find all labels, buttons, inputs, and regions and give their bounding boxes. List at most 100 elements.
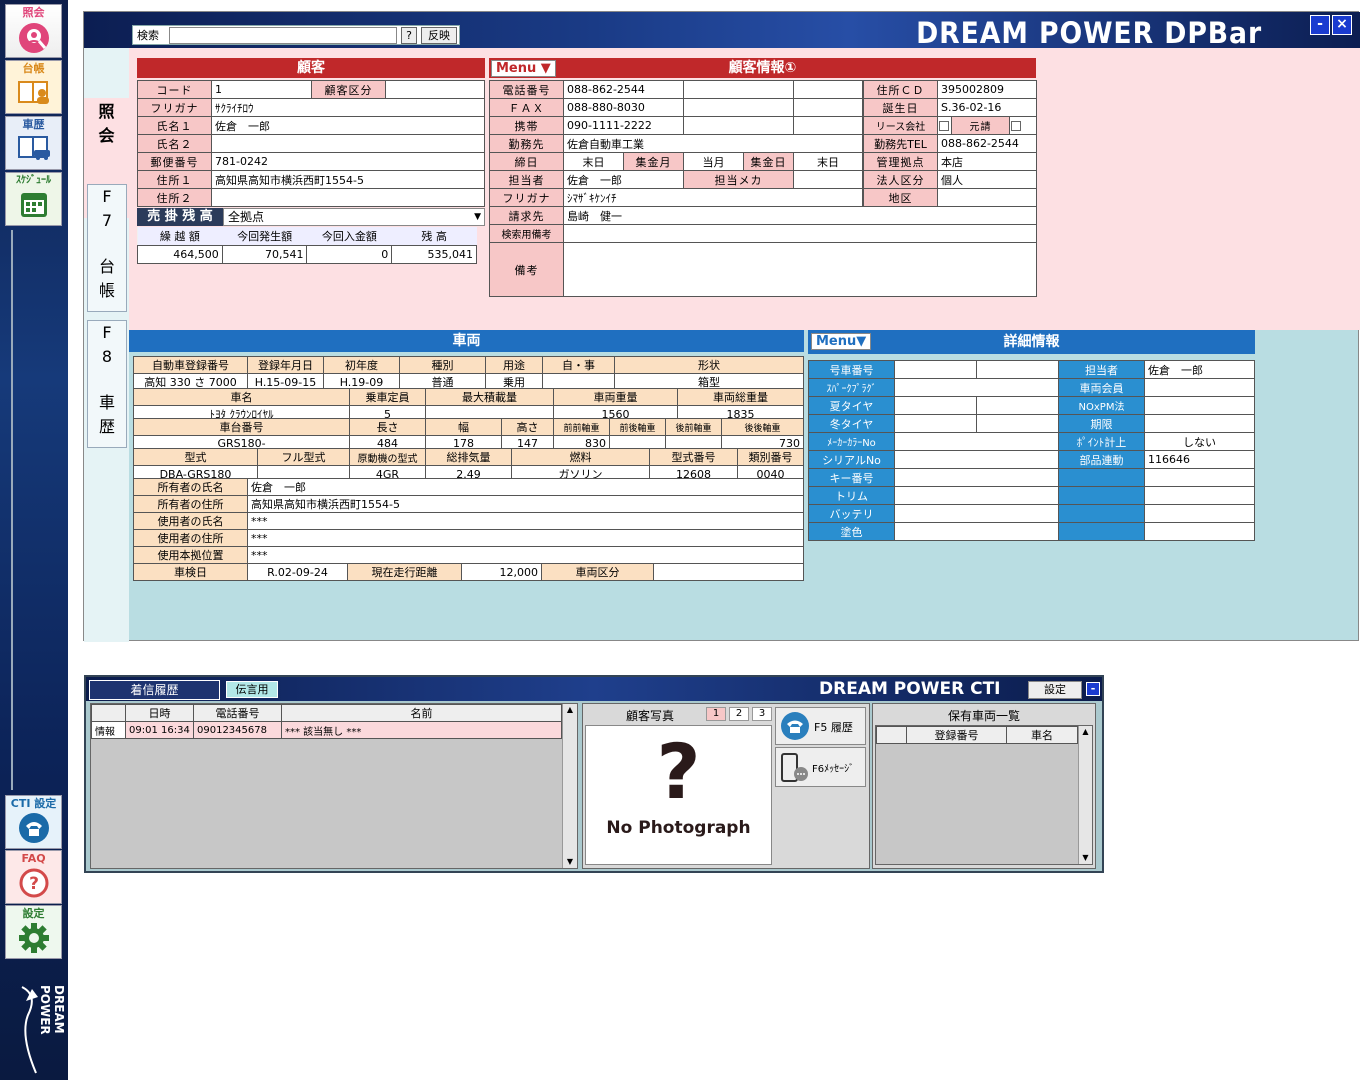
- kubun-field[interactable]: [385, 80, 485, 99]
- tel3-field[interactable]: [793, 80, 863, 99]
- sidebar-item-ledger[interactable]: 台帳: [5, 60, 62, 114]
- scroll-down-icon[interactable]: ▼: [563, 856, 577, 868]
- call-history-scrollbar[interactable]: ▲ ▼: [562, 704, 577, 868]
- zip-field[interactable]: 781-0242: [211, 152, 485, 171]
- detail-value[interactable]: [894, 468, 1059, 487]
- search-input[interactable]: [169, 27, 397, 44]
- motouke-checkbox-cell[interactable]: [1008, 116, 1024, 135]
- tel-field[interactable]: 088-862-2544: [563, 80, 684, 99]
- kana-field[interactable]: ｻｸﾗｲﾁﾛｳ: [211, 98, 485, 117]
- mobile3-field[interactable]: [793, 116, 863, 135]
- photo-page-3[interactable]: 3: [752, 707, 772, 721]
- motouke-checkbox[interactable]: [1010, 121, 1021, 131]
- name1-field[interactable]: 佐倉 一郎: [211, 116, 485, 135]
- vkubun-field[interactable]: [653, 563, 804, 581]
- sidebar-item-schedule[interactable]: ｽｹｼﾞｭｰﾙ: [5, 172, 62, 226]
- detail-value-2[interactable]: [1144, 378, 1255, 397]
- f5-history-button[interactable]: F5 履歴: [775, 707, 866, 745]
- fax-field[interactable]: 088-880-8030: [563, 98, 684, 117]
- detail-value-2[interactable]: [1144, 504, 1255, 523]
- detail-value-2[interactable]: [1144, 414, 1255, 433]
- vehicle-list-scrollbar[interactable]: ▲ ▼: [1078, 726, 1092, 864]
- cti-minimize-button[interactable]: -: [1086, 682, 1100, 696]
- owneraddr-field[interactable]: 高知県高知市横浜西町1554-5: [247, 495, 804, 513]
- detail-value[interactable]: [894, 522, 1059, 541]
- mobile-field[interactable]: 090-1111-2222: [563, 116, 684, 135]
- tab-call-history[interactable]: 着信履歴: [89, 680, 220, 700]
- f6-message-button[interactable]: F6ﾒｯｾｰｼﾞ: [775, 747, 866, 787]
- table-row[interactable]: 情報 09:01 16:34 09012345678 *** 該当無し ***: [91, 721, 562, 739]
- fax2-field[interactable]: [683, 98, 794, 117]
- worktel-field[interactable]: 088-862-2544: [937, 134, 1037, 153]
- detail-value-2[interactable]: 116646: [1144, 450, 1255, 469]
- sidebar-item-cti-settings[interactable]: CTI 設定: [5, 795, 62, 849]
- minimize-button[interactable]: -: [1310, 15, 1330, 35]
- tab-f8-car-history[interactable]: F 8 車歴: [87, 320, 127, 448]
- fax3-field[interactable]: [793, 98, 863, 117]
- detail-value-extra[interactable]: [976, 360, 1059, 379]
- name2-field[interactable]: [211, 134, 485, 153]
- detail-value[interactable]: [894, 486, 1059, 505]
- tab-message[interactable]: 伝言用: [226, 681, 278, 698]
- custinfo-menu-button[interactable]: Menu ▼: [491, 60, 556, 77]
- work-field[interactable]: 佐倉自動車工業: [563, 134, 863, 153]
- detail-value-2[interactable]: しない: [1144, 432, 1255, 451]
- detail-value[interactable]: [894, 504, 1059, 523]
- detail-menu-button[interactable]: Menu▼: [811, 333, 872, 350]
- lease-checkbox[interactable]: [939, 121, 949, 131]
- close-button[interactable]: ×: [1332, 15, 1352, 35]
- photo-page-2[interactable]: 2: [729, 707, 749, 721]
- detail-value[interactable]: [894, 414, 977, 433]
- scroll-down-icon[interactable]: ▼: [1079, 852, 1092, 864]
- detail-value-2[interactable]: [1144, 468, 1255, 487]
- area-field[interactable]: [937, 188, 1037, 207]
- sidebar-item-inquiry[interactable]: 照会: [5, 4, 62, 58]
- detail-value-2[interactable]: [1144, 396, 1255, 415]
- addr1-field[interactable]: 高知県高知市横浜西町1554-5: [211, 170, 485, 189]
- userbase-field[interactable]: ***: [247, 546, 804, 564]
- detail-value[interactable]: [894, 396, 977, 415]
- photo-page-1[interactable]: 1: [706, 707, 726, 721]
- detail-value[interactable]: [894, 450, 1059, 469]
- collect-month-field[interactable]: 当月: [683, 152, 744, 171]
- staff-field[interactable]: 佐倉 一郎: [563, 170, 684, 189]
- detail-value-2[interactable]: 佐倉 一郎: [1144, 360, 1255, 379]
- useraddr-field[interactable]: ***: [247, 529, 804, 547]
- detail-value-extra[interactable]: [976, 414, 1059, 433]
- owner-field[interactable]: 佐倉 一郎: [247, 478, 804, 496]
- detail-value[interactable]: [894, 360, 977, 379]
- detail-value-extra[interactable]: [976, 396, 1059, 415]
- scroll-up-icon[interactable]: ▲: [1079, 726, 1092, 738]
- birth-field[interactable]: S.36-02-16: [937, 98, 1037, 117]
- help-button[interactable]: ?: [401, 27, 417, 44]
- detail-value[interactable]: [894, 432, 1059, 451]
- detail-value-2[interactable]: [1144, 522, 1255, 541]
- bill-kana-field[interactable]: ｼﾏｻﾞｷｹﾝｲﾁ: [563, 188, 863, 207]
- sidebar-item-settings[interactable]: 設定: [5, 905, 62, 959]
- collect-day-field[interactable]: 末日: [793, 152, 863, 171]
- sidebar-item-car-history[interactable]: 車歴: [5, 116, 62, 170]
- sidebar-item-faq[interactable]: FAQ ?: [5, 850, 62, 904]
- base-field[interactable]: 本店: [937, 152, 1037, 171]
- mobile2-field[interactable]: [683, 116, 794, 135]
- lease-checkbox-cell[interactable]: [937, 116, 952, 135]
- addr2-field[interactable]: [211, 188, 485, 207]
- scroll-up-icon[interactable]: ▲: [563, 704, 577, 716]
- note-field[interactable]: [563, 242, 1037, 297]
- addrcd-field[interactable]: 395002809: [937, 80, 1037, 99]
- balance-scope-select[interactable]: 全拠点 ▼: [223, 208, 485, 226]
- close-day-field[interactable]: 末日: [563, 152, 624, 171]
- inspect-field[interactable]: R.02-09-24: [247, 563, 348, 581]
- search-note-field[interactable]: [563, 224, 1037, 243]
- code-field[interactable]: 1: [211, 80, 312, 99]
- detail-value-2[interactable]: [1144, 486, 1255, 505]
- mileage-field[interactable]: 12,000: [461, 563, 542, 581]
- cti-settings-button[interactable]: 設定: [1028, 681, 1082, 699]
- user-field[interactable]: ***: [247, 512, 804, 530]
- bill-field[interactable]: 島崎 健一: [563, 206, 1037, 225]
- mechanic-field[interactable]: [793, 170, 863, 189]
- tab-f7-ledger[interactable]: F 7 台帳: [87, 184, 127, 312]
- corp-field[interactable]: 個人: [937, 170, 1037, 189]
- tel2-field[interactable]: [683, 80, 794, 99]
- apply-button[interactable]: 反映: [421, 27, 457, 44]
